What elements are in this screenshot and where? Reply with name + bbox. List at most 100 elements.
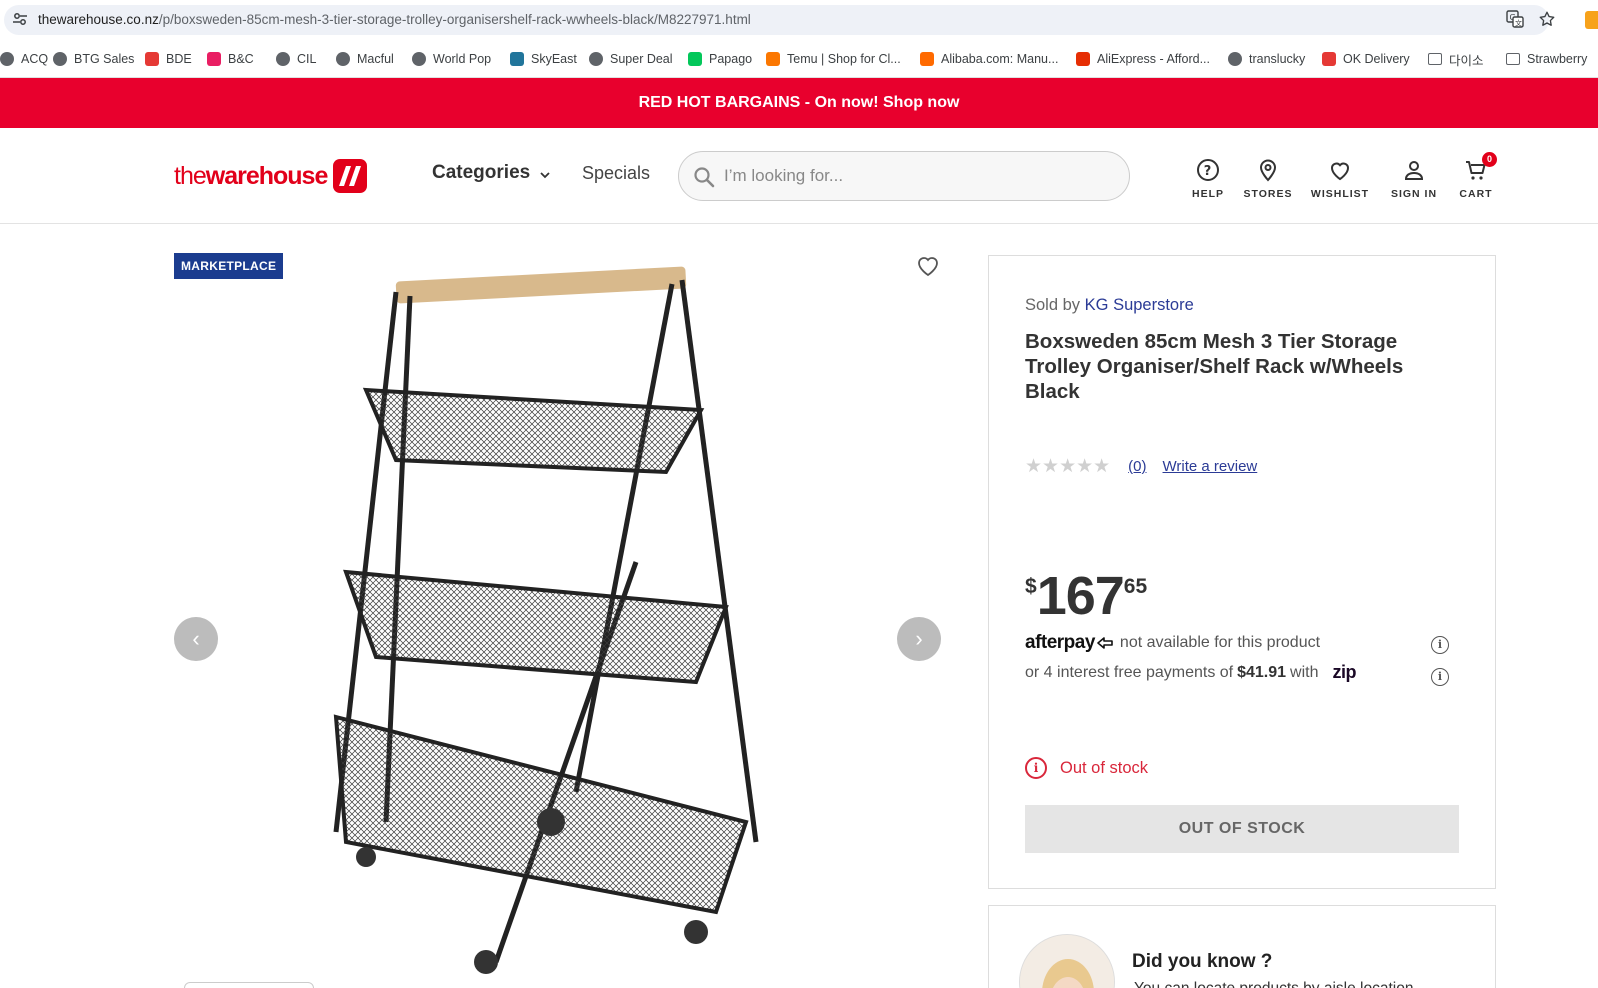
seller-link[interactable]: KG Superstore (1085, 296, 1194, 314)
sign-in-label: SIGN IN (1390, 188, 1438, 200)
bookmark-item[interactable]: Papago (688, 49, 752, 69)
url-domain: thewarehouse.co.nz (38, 12, 159, 27)
globe-icon (589, 52, 603, 66)
site-header: thewarehouse Categories Specials ? HELP … (0, 128, 1598, 224)
gallery-prev-button[interactable]: ‹ (174, 617, 218, 661)
add-to-wishlist-heart-icon[interactable] (916, 255, 940, 277)
review-count-link[interactable]: (0) (1128, 458, 1146, 475)
bookmark-label: AliExpress - Afford... (1097, 52, 1211, 66)
papago-icon (688, 52, 702, 66)
staff-avatar (1019, 934, 1115, 988)
bookmark-item[interactable]: World Pop (412, 49, 491, 69)
bookmark-label: OK Delivery (1343, 52, 1410, 66)
write-review-link[interactable]: Write a review (1163, 458, 1258, 475)
gallery-thumbnail[interactable] (184, 982, 314, 988)
url-path: /p/boxsweden-85cm-mesh-3-tier-storage-tr… (158, 12, 751, 27)
stores-link[interactable]: STORES (1238, 158, 1298, 200)
help-label: HELP (1191, 188, 1224, 200)
cart-label: CART (1459, 188, 1493, 200)
cart-count-badge: 0 (1482, 152, 1497, 167)
afterpay-logo: afterpay (1025, 632, 1114, 654)
sign-in-link[interactable]: SIGN IN (1384, 158, 1444, 200)
bookmark-star-icon[interactable] (1538, 10, 1556, 28)
bookmark-label: Temu | Shop for Cl... (787, 52, 901, 66)
help-link[interactable]: ? HELP (1178, 158, 1238, 200)
bookmark-label: B&C (228, 52, 254, 66)
bookmark-label: ACQ (21, 52, 49, 66)
zip-info-icon[interactable]: i (1431, 668, 1449, 686)
bookmark-item[interactable]: Alibaba.com: Manu... (920, 49, 1058, 69)
globe-icon (1228, 52, 1242, 66)
bookmark-label: CIL (297, 52, 317, 66)
bookmark-item[interactable]: CIL (276, 49, 316, 69)
bookmark-item[interactable]: AliExpress - Afford... (1076, 49, 1210, 69)
sold-by: Sold by KG Superstore (1025, 296, 1194, 315)
globe-icon (276, 52, 290, 66)
bookmark-label: Super Deal (610, 52, 673, 66)
promo-text: RED HOT BARGAINS - On now! Shop now (638, 94, 960, 111)
folder-icon (1428, 53, 1442, 65)
bookmark-item[interactable]: ACQ (0, 49, 48, 69)
bookmark-item[interactable]: Macful (336, 49, 394, 69)
did-you-know-title: Did you know ? (1132, 951, 1273, 972)
wishlist-link[interactable]: WISHLIST (1308, 158, 1372, 200)
bookmark-item[interactable]: B&C (207, 49, 254, 69)
heart-icon (1330, 162, 1350, 181)
bookmark-item[interactable]: BTG Sales (53, 49, 134, 69)
globe-icon (336, 52, 350, 66)
price-dollars: 167 (1036, 566, 1125, 626)
globe-icon (53, 52, 67, 66)
bookmark-item[interactable]: translucky (1228, 49, 1305, 69)
bookmark-item[interactable]: OK Delivery (1322, 49, 1410, 69)
specials-link[interactable]: Specials (582, 163, 650, 184)
bookmark-item[interactable]: Super Deal (589, 49, 673, 69)
product-image[interactable] (316, 262, 786, 988)
site-info-icon[interactable] (12, 11, 28, 27)
product-title: Boxsweden 85cm Mesh 3 Tier Storage Troll… (1025, 330, 1404, 403)
wishlist-label: WISHLIST (1310, 188, 1370, 200)
marketplace-badge: MARKETPLACE (174, 253, 284, 279)
extension-icon[interactable] (1585, 11, 1598, 29)
search-box[interactable] (678, 151, 1130, 201)
bookmark-item[interactable]: BDE (145, 49, 192, 69)
categories-menu[interactable]: Categories (432, 162, 552, 184)
afterpay-arrows-icon (1097, 637, 1113, 649)
bookmark-label: World Pop (433, 52, 492, 66)
bookmark-item[interactable]: Strawberry (1506, 49, 1587, 69)
site-logo[interactable]: the warehouse (174, 159, 368, 193)
bookmark-label: Strawberry (1527, 52, 1588, 66)
globe-icon (412, 52, 426, 66)
bookmarks-bar: ACQ BTG Sales BDE B&C CIL Macful World Pop SkyE… (0, 40, 1598, 78)
search-input[interactable] (724, 164, 1104, 188)
logo-warehouse: warehouse (205, 161, 329, 190)
bookmark-item[interactable]: Temu | Shop for Cl... (766, 49, 901, 69)
bookmark-item[interactable]: 다이소 (1428, 49, 1484, 69)
afterpay-info-icon[interactable]: i (1431, 636, 1449, 654)
search-icon (694, 167, 715, 188)
product-info-panel: Sold by KG Superstore Boxsweden 85cm Mes… (988, 255, 1496, 889)
zip-row: or 4 interest free payments of $41.91 wi… (1025, 662, 1356, 683)
stock-status-text: Out of stock (1060, 758, 1149, 777)
out-of-stock-button[interactable]: OUT OF STOCK (1025, 805, 1459, 853)
translate-icon[interactable]: G 文 (1506, 10, 1524, 28)
bookmark-item[interactable]: SkyEast (510, 49, 577, 69)
cart-link[interactable]: CART 0 (1446, 152, 1506, 200)
chevron-left-icon: ‹ (192, 626, 200, 651)
zip-prefix: or 4 interest free payments of (1025, 663, 1234, 681)
gallery-next-button[interactable]: › (897, 617, 941, 661)
promo-banner[interactable]: RED HOT BARGAINS - On now! Shop now (0, 78, 1598, 128)
folder-icon (1506, 53, 1520, 65)
globe-icon (0, 52, 14, 66)
alert-info-icon: i (1025, 757, 1047, 779)
zip-suffix: with (1290, 663, 1319, 681)
afterpay-text: not available for this product (1119, 634, 1321, 651)
bookmark-label: BTG Sales (74, 52, 135, 66)
alibaba-icon (920, 52, 934, 66)
price-cents: 65 (1123, 575, 1148, 598)
url-text[interactable]: thewarehouse.co.nz/p/boxsweden-85cm-mesh… (38, 12, 751, 27)
aliexpress-icon (1076, 52, 1090, 66)
shoe-icon (207, 52, 221, 66)
svg-text:文: 文 (1515, 19, 1522, 28)
help-icon: ? (1197, 159, 1219, 181)
stores-label: STORES (1243, 188, 1293, 200)
